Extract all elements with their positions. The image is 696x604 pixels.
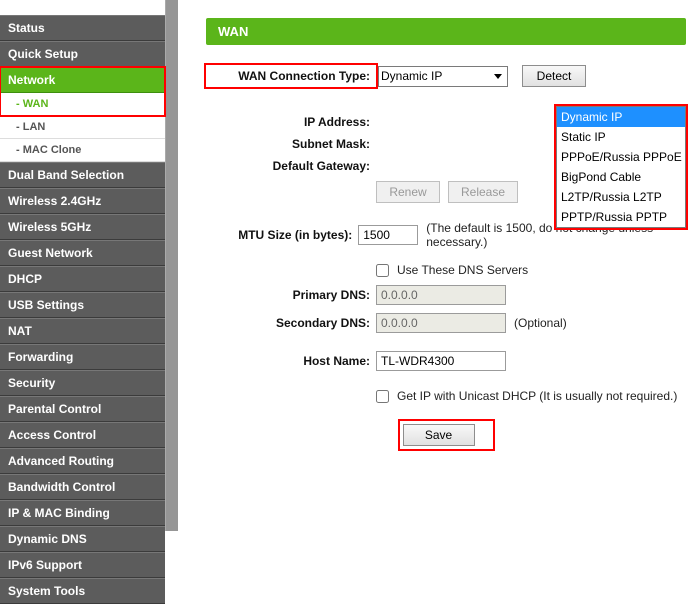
nav-mac-clone[interactable]: - MAC Clone xyxy=(0,139,165,162)
nav-dhcp[interactable]: DHCP xyxy=(0,266,165,292)
default-gateway-label: Default Gateway: xyxy=(206,159,376,173)
primary-dns-label: Primary DNS: xyxy=(206,288,376,302)
secondary-dns-input[interactable] xyxy=(376,313,506,333)
nav-security[interactable]: Security xyxy=(0,370,165,396)
nav-access-control[interactable]: Access Control xyxy=(0,422,165,448)
nav-quick-setup[interactable]: Quick Setup xyxy=(0,41,165,67)
nav-status[interactable]: Status xyxy=(0,15,165,41)
option-pptp[interactable]: PPTP/Russia PPTP xyxy=(557,207,685,227)
ip-address-label: IP Address: xyxy=(206,115,376,129)
wan-connection-type-label: WAN Connection Type: xyxy=(206,65,376,87)
option-bigpond[interactable]: BigPond Cable xyxy=(557,167,685,187)
chevron-down-icon xyxy=(494,74,502,79)
use-dns-checkbox[interactable] xyxy=(376,264,389,277)
release-button[interactable]: Release xyxy=(448,181,518,203)
sidebar: Status Quick Setup Network - WAN - LAN -… xyxy=(0,0,166,531)
nav-ipv6-support[interactable]: IPv6 Support xyxy=(0,552,165,578)
host-name-label: Host Name: xyxy=(206,354,376,368)
use-dns-label: Use These DNS Servers xyxy=(397,263,528,277)
nav-wireless-5[interactable]: Wireless 5GHz xyxy=(0,214,165,240)
option-static-ip[interactable]: Static IP xyxy=(557,127,685,147)
primary-dns-input[interactable] xyxy=(376,285,506,305)
nav-guest-network[interactable]: Guest Network xyxy=(0,240,165,266)
nav-usb-settings[interactable]: USB Settings xyxy=(0,292,165,318)
page-title: WAN xyxy=(206,18,686,45)
nav-wireless-24[interactable]: Wireless 2.4GHz xyxy=(0,188,165,214)
nav-dynamic-dns[interactable]: Dynamic DNS xyxy=(0,526,165,552)
main-content: WAN WAN Connection Type: Dynamic IP Dete… xyxy=(178,0,696,531)
secondary-dns-note: (Optional) xyxy=(514,316,567,330)
option-l2tp[interactable]: L2TP/Russia L2TP xyxy=(557,187,685,207)
wan-connection-type-value: Dynamic IP xyxy=(381,69,442,83)
nav-advanced-routing[interactable]: Advanced Routing xyxy=(0,448,165,474)
sidebar-divider xyxy=(166,0,178,531)
host-name-input[interactable] xyxy=(376,351,506,371)
option-dynamic-ip[interactable]: Dynamic IP xyxy=(557,107,685,127)
mtu-input[interactable] xyxy=(358,225,418,245)
nav-nat[interactable]: NAT xyxy=(0,318,165,344)
nav-network[interactable]: Network xyxy=(0,67,165,93)
save-button[interactable]: Save xyxy=(403,424,475,446)
nav-wan[interactable]: - WAN xyxy=(0,93,165,116)
nav-ip-mac-binding[interactable]: IP & MAC Binding xyxy=(0,500,165,526)
nav-system-tools[interactable]: System Tools xyxy=(0,578,165,604)
nav-parental-control[interactable]: Parental Control xyxy=(0,396,165,422)
option-pppoe[interactable]: PPPoE/Russia PPPoE xyxy=(557,147,685,167)
nav-dual-band[interactable]: Dual Band Selection xyxy=(0,162,165,188)
detect-button[interactable]: Detect xyxy=(522,65,586,87)
nav-lan[interactable]: - LAN xyxy=(0,116,165,139)
nav-bandwidth-control[interactable]: Bandwidth Control xyxy=(0,474,165,500)
mtu-label: MTU Size (in bytes): xyxy=(206,228,358,242)
wan-connection-type-dropdown[interactable]: Dynamic IP Static IP PPPoE/Russia PPPoE … xyxy=(556,106,686,228)
secondary-dns-label: Secondary DNS: xyxy=(206,316,376,330)
unicast-dhcp-label: Get IP with Unicast DHCP (It is usually … xyxy=(397,389,677,403)
renew-button[interactable]: Renew xyxy=(376,181,440,203)
subnet-mask-label: Subnet Mask: xyxy=(206,137,376,151)
save-highlight: Save xyxy=(400,421,493,449)
nav-forwarding[interactable]: Forwarding xyxy=(0,344,165,370)
unicast-dhcp-checkbox[interactable] xyxy=(376,390,389,403)
wan-connection-type-select[interactable]: Dynamic IP xyxy=(378,66,508,87)
